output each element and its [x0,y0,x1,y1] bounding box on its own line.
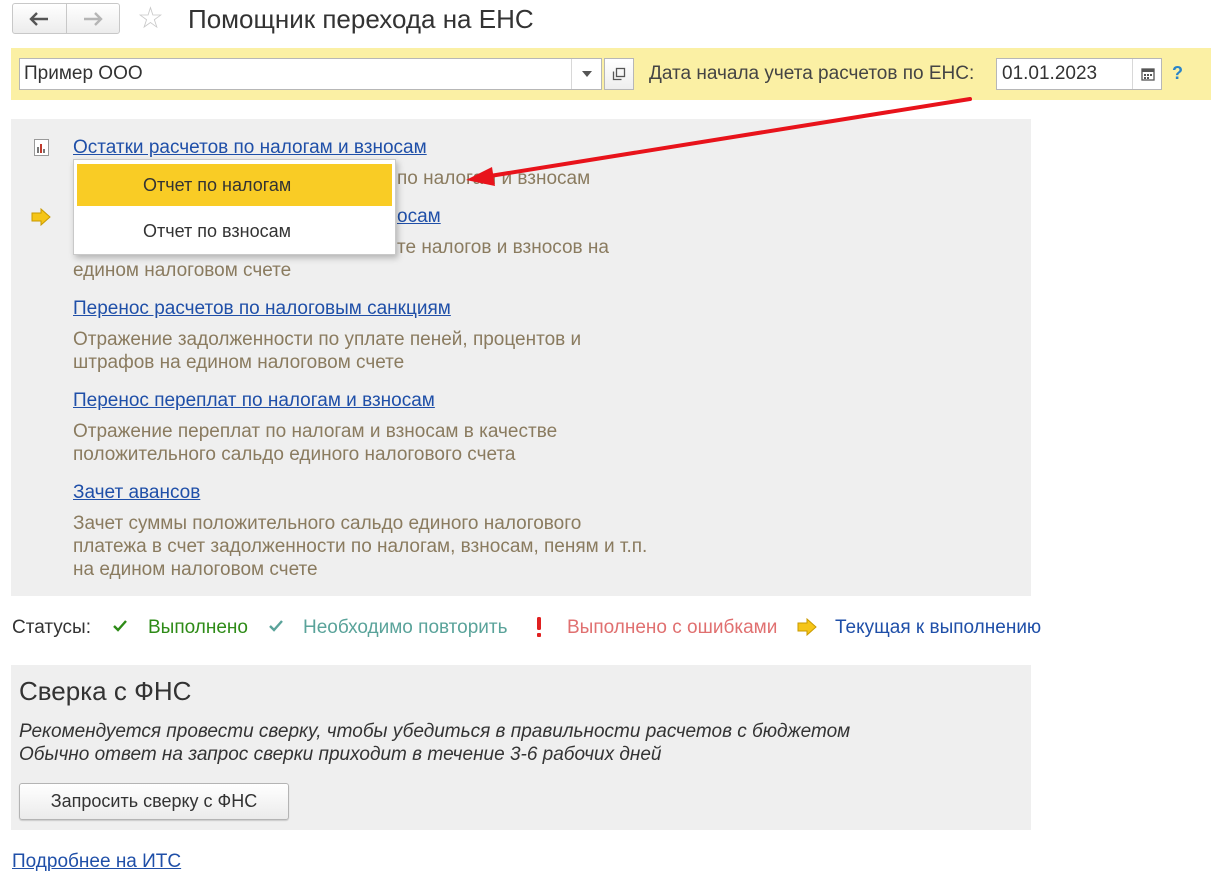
status-current: Текущая к выполнению [835,617,1042,638]
reconciliation-text-line2: Обычно ответ на запрос сверки приходит в… [19,744,662,765]
status-errors: Выполнено с ошибками [567,617,778,638]
statuses-label: Статусы: [12,617,91,638]
request-reconciliation-button[interactable]: Запросить сверку с ФНС [19,783,289,820]
check-done-icon [112,619,128,638]
check-repeat-icon [268,619,284,638]
exclamation-error-icon [535,616,543,643]
reconciliation-title: Сверка с ФНС [19,676,192,706]
status-repeat: Необходимо повторить [303,617,508,638]
status-done: Выполнено [148,617,248,638]
reconciliation-text-line1: Рекомендуется провести сверку, чтобы убе… [19,721,851,742]
more-info-link[interactable]: Подробнее на ИТС [12,850,181,874]
arrow-current-icon [797,617,817,641]
